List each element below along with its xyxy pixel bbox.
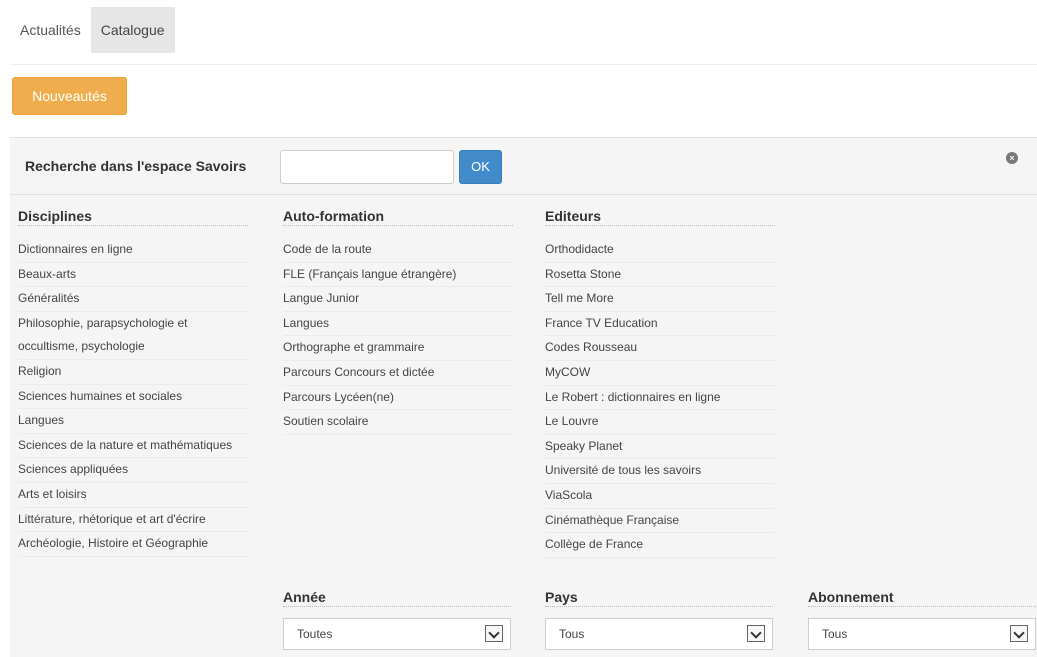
- disciplines-list: Dictionnaires en ligne Beaux-arts Générali…: [18, 238, 248, 557]
- list-item[interactable]: ViaScola: [545, 484, 775, 509]
- search-ok-button[interactable]: OK: [459, 150, 502, 184]
- abonnement-select-value: Tous: [822, 627, 848, 641]
- list-item[interactable]: Beaux-arts: [18, 263, 248, 288]
- list-item[interactable]: Littérature, rhétorique et art d'écrire: [18, 508, 248, 533]
- search-label: Recherche dans l'espace Savoirs: [25, 158, 247, 174]
- list-item[interactable]: Sciences humaines et sociales: [18, 385, 248, 410]
- autoformation-column: Auto-formation Code de la route FLE (Fran…: [283, 206, 513, 435]
- tabs-divider: [10, 64, 1037, 65]
- chevron-down-icon: [747, 625, 765, 642]
- abonnement-select[interactable]: Tous: [808, 618, 1036, 650]
- list-item[interactable]: Speaky Planet: [545, 435, 775, 460]
- list-item[interactable]: Code de la route: [283, 238, 513, 263]
- annee-select-value: Toutes: [297, 627, 333, 641]
- disciplines-column: Disciplines Dictionnaires en ligne Beaux-…: [18, 206, 248, 557]
- list-item[interactable]: Le Louvre: [545, 410, 775, 435]
- catalogue-panel: Recherche dans l'espace Savoirs OK × Dis…: [10, 137, 1037, 657]
- filter-annee-title: Année: [283, 587, 511, 607]
- editeurs-list: Orthodidacte Rosetta Stone Tell me More Fra…: [545, 238, 775, 558]
- list-item[interactable]: FLE (Français langue étrangère): [283, 263, 513, 288]
- search-bar: Recherche dans l'espace Savoirs OK ×: [10, 138, 1037, 195]
- tab-actualites[interactable]: Actualités: [10, 7, 91, 53]
- filter-abonnement-title: Abonnement: [808, 587, 1036, 607]
- search-input[interactable]: [280, 150, 454, 184]
- list-item[interactable]: Archéologie, Histoire et Géographie: [18, 532, 248, 557]
- chevron-down-icon: [1010, 625, 1028, 642]
- list-item[interactable]: Parcours Concours et dictée: [283, 361, 513, 386]
- list-item[interactable]: Codes Rousseau: [545, 336, 775, 361]
- editeurs-title: Editeurs: [545, 206, 775, 226]
- pays-select-value: Tous: [559, 627, 585, 641]
- list-item[interactable]: Parcours Lycéen(ne): [283, 386, 513, 411]
- disciplines-title: Disciplines: [18, 206, 248, 226]
- close-icon[interactable]: ×: [1006, 152, 1018, 164]
- list-item[interactable]: France TV Education: [545, 312, 775, 337]
- list-item[interactable]: Langues: [18, 409, 248, 434]
- list-item[interactable]: Sciences appliquées: [18, 458, 248, 483]
- filter-annee: Année Toutes: [283, 587, 511, 650]
- list-item[interactable]: Université de tous les savoirs: [545, 459, 775, 484]
- list-item[interactable]: Rosetta Stone: [545, 263, 775, 288]
- list-item[interactable]: Arts et loisirs: [18, 483, 248, 508]
- list-item[interactable]: Cinémathèque Française: [545, 509, 775, 534]
- list-item[interactable]: Soutien scolaire: [283, 410, 513, 435]
- autoformation-list: Code de la route FLE (Français langue étr…: [283, 238, 513, 435]
- filter-abonnement: Abonnement Tous: [808, 587, 1036, 650]
- list-item[interactable]: Généralités: [18, 287, 248, 312]
- list-item[interactable]: Langues: [283, 312, 513, 337]
- news-button[interactable]: Nouveautés: [12, 77, 127, 115]
- editeurs-column: Editeurs Orthodidacte Rosetta Stone Tell m…: [545, 206, 775, 558]
- list-item[interactable]: Collège de France: [545, 533, 775, 558]
- list-item[interactable]: Sciences de la nature et mathématiques: [18, 434, 248, 459]
- list-item[interactable]: MyCOW: [545, 361, 775, 386]
- list-item[interactable]: Tell me More: [545, 287, 775, 312]
- annee-select[interactable]: Toutes: [283, 618, 511, 650]
- main-tabs: Actualités Catalogue: [10, 7, 175, 53]
- filter-pays: Pays Tous: [545, 587, 773, 650]
- tab-catalogue[interactable]: Catalogue: [90, 7, 175, 53]
- filter-pays-title: Pays: [545, 587, 773, 607]
- list-item[interactable]: Dictionnaires en ligne: [18, 238, 248, 263]
- list-item[interactable]: Le Robert : dictionnaires en ligne: [545, 386, 775, 411]
- chevron-down-icon: [485, 625, 503, 642]
- autoformation-title: Auto-formation: [283, 206, 513, 226]
- list-item[interactable]: Orthographe et grammaire: [283, 336, 513, 361]
- list-item[interactable]: Orthodidacte: [545, 238, 775, 263]
- list-item[interactable]: Religion: [18, 360, 248, 385]
- pays-select[interactable]: Tous: [545, 618, 773, 650]
- list-item[interactable]: Philosophie, parapsychologie et occultis…: [18, 312, 248, 360]
- list-item[interactable]: Langue Junior: [283, 287, 513, 312]
